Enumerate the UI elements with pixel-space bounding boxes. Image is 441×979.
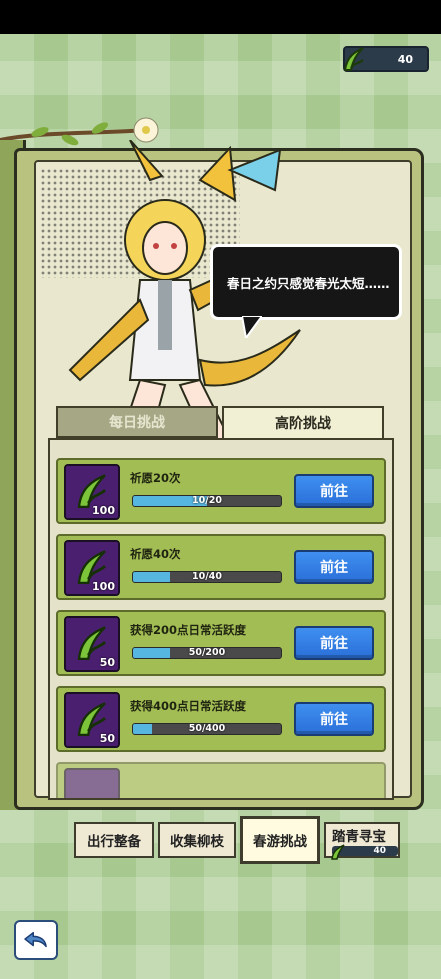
willow-branch-icon (343, 47, 364, 71)
task-title: 祈愿40次 (130, 547, 181, 561)
currency-amount: 40 (397, 52, 413, 66)
reward-icon: 50 (64, 616, 120, 672)
back-arrow-icon (24, 931, 47, 948)
progress-bar: 10/20 (132, 495, 282, 507)
treasure-currency-amount: 40 (373, 846, 386, 856)
progress-text: 10/40 (192, 571, 222, 582)
progress-text: 10/20 (192, 495, 222, 506)
task-title: 获得200点日常活跃度 (130, 623, 247, 637)
nav-travel-prep-label: 出行整备 (87, 834, 141, 850)
task-row: 50 获得400点日常活跃度 50/400 前往 (56, 686, 386, 752)
reward-amount: 50 (99, 656, 115, 669)
task-title: 获得400点日常活跃度 (130, 699, 247, 713)
task-row-partial (56, 762, 386, 798)
reward-amount: 50 (99, 732, 115, 745)
progress-text: 50/200 (188, 647, 226, 658)
reward-icon: 100 (64, 540, 120, 596)
go-button[interactable]: 前往 (294, 474, 374, 508)
task-row: 50 获得200点日常活跃度 50/200 前往 (56, 610, 386, 676)
go-button[interactable]: 前往 (294, 702, 374, 736)
reward-amount: 100 (92, 580, 115, 593)
task-title: 祈愿20次 (130, 471, 181, 485)
tab-daily-label: 每日挑战 (109, 415, 165, 431)
nav-spring-challenge[interactable]: 春游挑战 (240, 816, 320, 864)
nav-treasure-hunt[interactable]: 踏青寻宝 40 (324, 822, 400, 860)
task-row: 100 祈愿20次 10/20 前往 (56, 458, 386, 524)
speech-bubble-tail (242, 316, 262, 338)
reward-icon (64, 768, 120, 798)
bottom-nav: 出行整备 收集柳枝 春游挑战 踏青寻宝 40 (74, 816, 404, 866)
progress-bar: 10/40 (132, 571, 282, 583)
tab-advanced-challenge[interactable]: 高阶挑战 (222, 406, 384, 438)
challenge-tabs: 每日挑战 高阶挑战 (56, 406, 386, 438)
speech-text: 春日之约只感觉春光太短…… (227, 275, 390, 291)
nav-collect-willow[interactable]: 收集柳枝 (158, 822, 236, 858)
back-button[interactable] (14, 920, 58, 960)
speech-bubble: 春日之约只感觉春光太短…… (210, 244, 402, 320)
go-button[interactable]: 前往 (294, 626, 374, 660)
reward-icon: 50 (64, 692, 120, 748)
treasure-currency: 40 (331, 844, 398, 860)
task-list[interactable]: 100 祈愿20次 10/20 前往 100 祈愿40次 10/40 前往 50… (48, 438, 394, 800)
task-row: 100 祈愿40次 10/40 前往 (56, 534, 386, 600)
reward-amount: 100 (92, 504, 115, 517)
nav-travel-prep[interactable]: 出行整备 (74, 822, 154, 858)
progress-bar: 50/200 (132, 647, 282, 659)
currency-display: 40 (343, 46, 429, 72)
tab-daily-challenge[interactable]: 每日挑战 (56, 406, 218, 438)
reward-icon: 100 (64, 464, 120, 520)
nav-collect-willow-label: 收集柳枝 (170, 834, 224, 850)
willow-branch-icon (331, 844, 345, 860)
progress-bar: 50/400 (132, 723, 282, 735)
progress-text: 50/400 (188, 723, 226, 734)
go-button[interactable]: 前往 (294, 550, 374, 584)
nav-spring-challenge-label: 春游挑战 (253, 834, 307, 850)
tab-advanced-label: 高阶挑战 (275, 416, 331, 432)
status-bar (0, 0, 441, 34)
